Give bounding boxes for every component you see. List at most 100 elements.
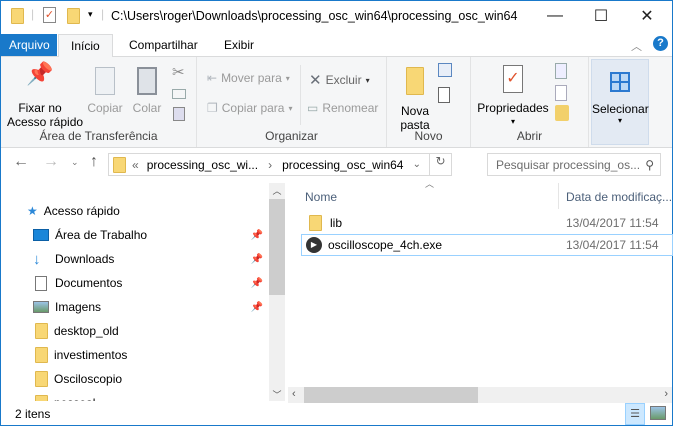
sidebar-item-desktop-old[interactable]: desktop_old: [33, 320, 263, 342]
scroll-right-icon[interactable]: ›: [664, 388, 668, 400]
clipboard-group: 📌 Fixar no Acesso rápido Copiar Colar ✂ …: [1, 57, 197, 147]
column-headers: Nome Data de modificaç...: [288, 183, 673, 209]
forward-button[interactable]: →: [43, 153, 59, 171]
folder-icon: [35, 395, 48, 401]
tab-inicio[interactable]: Início: [58, 34, 113, 57]
divider[interactable]: [558, 183, 559, 209]
details-view-button[interactable]: ☰: [625, 403, 645, 425]
breadcrumb-item[interactable]: processing_osc_win64: [282, 158, 403, 172]
paste-shortcut-icon[interactable]: [173, 107, 185, 121]
divider: [300, 65, 301, 125]
scroll-left-icon[interactable]: ‹: [292, 388, 296, 400]
overflow-icon[interactable]: «: [132, 158, 139, 172]
column-header-date[interactable]: Data de modificaç...: [566, 190, 672, 204]
pin-icon[interactable]: 📌: [251, 278, 263, 289]
pin-quick-access-button[interactable]: 📌 Fixar no Acesso rápido: [7, 61, 83, 130]
address-dropdown-icon[interactable]: ⌄: [413, 159, 421, 170]
clipboard-icon: [137, 67, 157, 95]
sidebar-item-label: Documentos: [55, 276, 123, 290]
collapse-ribbon-icon[interactable]: ︿: [631, 38, 642, 54]
scrollbar-thumb[interactable]: [269, 199, 285, 295]
file-row[interactable]: lib 13/04/2017 11:54: [301, 212, 673, 234]
sidebar-scrollbar[interactable]: ︿ ﹀: [269, 183, 285, 401]
copy-to-button[interactable]: ❐ Copiar para ▾: [207, 101, 292, 115]
tab-compartilhar[interactable]: Compartilhar: [117, 34, 210, 56]
search-placeholder: Pesquisar processing_os...: [496, 157, 641, 172]
search-input[interactable]: Pesquisar processing_os... ⚲: [487, 153, 661, 176]
organize-group: ⇤ Mover para ▾ ❐ Copiar para ▾ ✕ Excluir ▾ ▭ Re…: [197, 57, 387, 147]
properties-button[interactable]: ✓ Propriedades ▾: [477, 65, 549, 129]
folder-icon: [309, 215, 322, 231]
rename-label: Renomear: [322, 101, 379, 115]
maximize-button[interactable]: ☐: [578, 1, 624, 31]
column-header-name[interactable]: Nome: [305, 190, 337, 204]
copy-button[interactable]: Copiar: [85, 67, 125, 115]
scroll-up-icon[interactable]: ︿: [269, 183, 285, 199]
tab-exibir[interactable]: Exibir: [212, 34, 266, 56]
easy-access-icon[interactable]: [438, 87, 450, 103]
scroll-down-icon[interactable]: ﹀: [269, 388, 285, 401]
sidebar-item-investimentos[interactable]: investimentos: [33, 344, 263, 366]
minimize-button[interactable]: —: [532, 1, 578, 31]
copy-path-icon[interactable]: [172, 89, 186, 99]
pin-icon: 📌: [26, 61, 54, 86]
delete-button[interactable]: ✕ Excluir ▾: [309, 71, 370, 89]
sidebar-item-label: pessoal: [54, 396, 95, 401]
help-icon[interactable]: ?: [653, 36, 668, 51]
paste-button[interactable]: Colar: [128, 67, 166, 115]
select-button[interactable]: Selecionar ▾: [591, 59, 649, 145]
sidebar-item-documentos[interactable]: Documentos 📌: [33, 272, 263, 294]
file-name: lib: [330, 216, 343, 230]
qat-dropdown-icon[interactable]: ▾: [88, 9, 93, 20]
sidebar-item-imagens[interactable]: Imagens 📌: [33, 296, 263, 318]
move-label: Mover para: [221, 71, 282, 85]
close-button[interactable]: ✕: [624, 1, 670, 31]
organize-group-label: Organizar: [265, 129, 318, 143]
pin-icon[interactable]: 📌: [251, 254, 263, 265]
copy-icon: [95, 67, 115, 95]
properties-qat-icon[interactable]: ✓: [43, 7, 56, 23]
cut-icon[interactable]: ✂: [172, 63, 185, 81]
back-button[interactable]: ←: [13, 153, 29, 171]
copy-to-icon: ❐: [207, 101, 218, 115]
folder-icon: [35, 347, 48, 363]
sidebar-item-label: Acesso rápido: [43, 204, 120, 218]
divider: |: [31, 7, 35, 21]
edit-icon[interactable]: [555, 85, 567, 101]
new-item-icon[interactable]: [438, 63, 452, 77]
recent-locations-button[interactable]: ⌄: [71, 157, 79, 168]
address-bar[interactable]: « processing_osc_wi... › processing_osc_…: [108, 153, 452, 176]
new-folder-qat-icon[interactable]: [67, 8, 80, 24]
refresh-button[interactable]: ↻: [429, 154, 451, 175]
scrollbar-thumb[interactable]: [304, 387, 478, 403]
sidebar-item-osciloscopio[interactable]: Osciloscopio: [33, 368, 263, 390]
delete-icon: ✕: [309, 72, 322, 89]
download-icon: ↓: [33, 250, 41, 268]
move-icon: ⇤: [207, 71, 218, 85]
sidebar-item-label: Osciloscopio: [54, 372, 123, 386]
select-icon: [610, 72, 630, 92]
chevron-right-icon[interactable]: ›: [268, 158, 272, 172]
up-button[interactable]: ↑: [90, 153, 98, 171]
explorer-window: | ✓ ▾ | C:\Users\roger\Downloads\process…: [0, 0, 673, 426]
folder-icon: [406, 67, 424, 95]
breadcrumb-item[interactable]: processing_osc_wi...: [147, 158, 258, 172]
sidebar-item-pessoal[interactable]: pessoal: [33, 392, 263, 401]
search-icon: ⚲: [645, 157, 654, 172]
pin-icon[interactable]: 📌: [251, 230, 263, 241]
large-icons-view-button[interactable]: [650, 406, 666, 420]
open-icon[interactable]: [555, 63, 567, 79]
file-row-focused[interactable]: ▶ oscilloscope_4ch.exe 13/04/2017 11:54: [301, 234, 673, 256]
rename-button[interactable]: ▭ Renomear: [307, 101, 378, 115]
move-to-button[interactable]: ⇤ Mover para ▾: [207, 71, 290, 85]
history-icon[interactable]: [555, 105, 569, 121]
pin-icon[interactable]: 📌: [251, 302, 263, 313]
sidebar-item-area-de-trabalho[interactable]: Área de Trabalho 📌: [33, 224, 263, 246]
sidebar-item-downloads[interactable]: ↓ Downloads 📌: [33, 248, 263, 270]
new-folder-button[interactable]: Nova pasta: [395, 67, 435, 132]
pictures-icon: [33, 301, 49, 313]
horizontal-scrollbar[interactable]: ‹ ›: [288, 387, 672, 403]
tab-arquivo[interactable]: Arquivo: [1, 34, 57, 56]
sidebar-item-acesso-rapido[interactable]: ★ Acesso rápido: [27, 200, 257, 222]
window-title: C:\Users\roger\Downloads\processing_osc_…: [111, 9, 518, 23]
